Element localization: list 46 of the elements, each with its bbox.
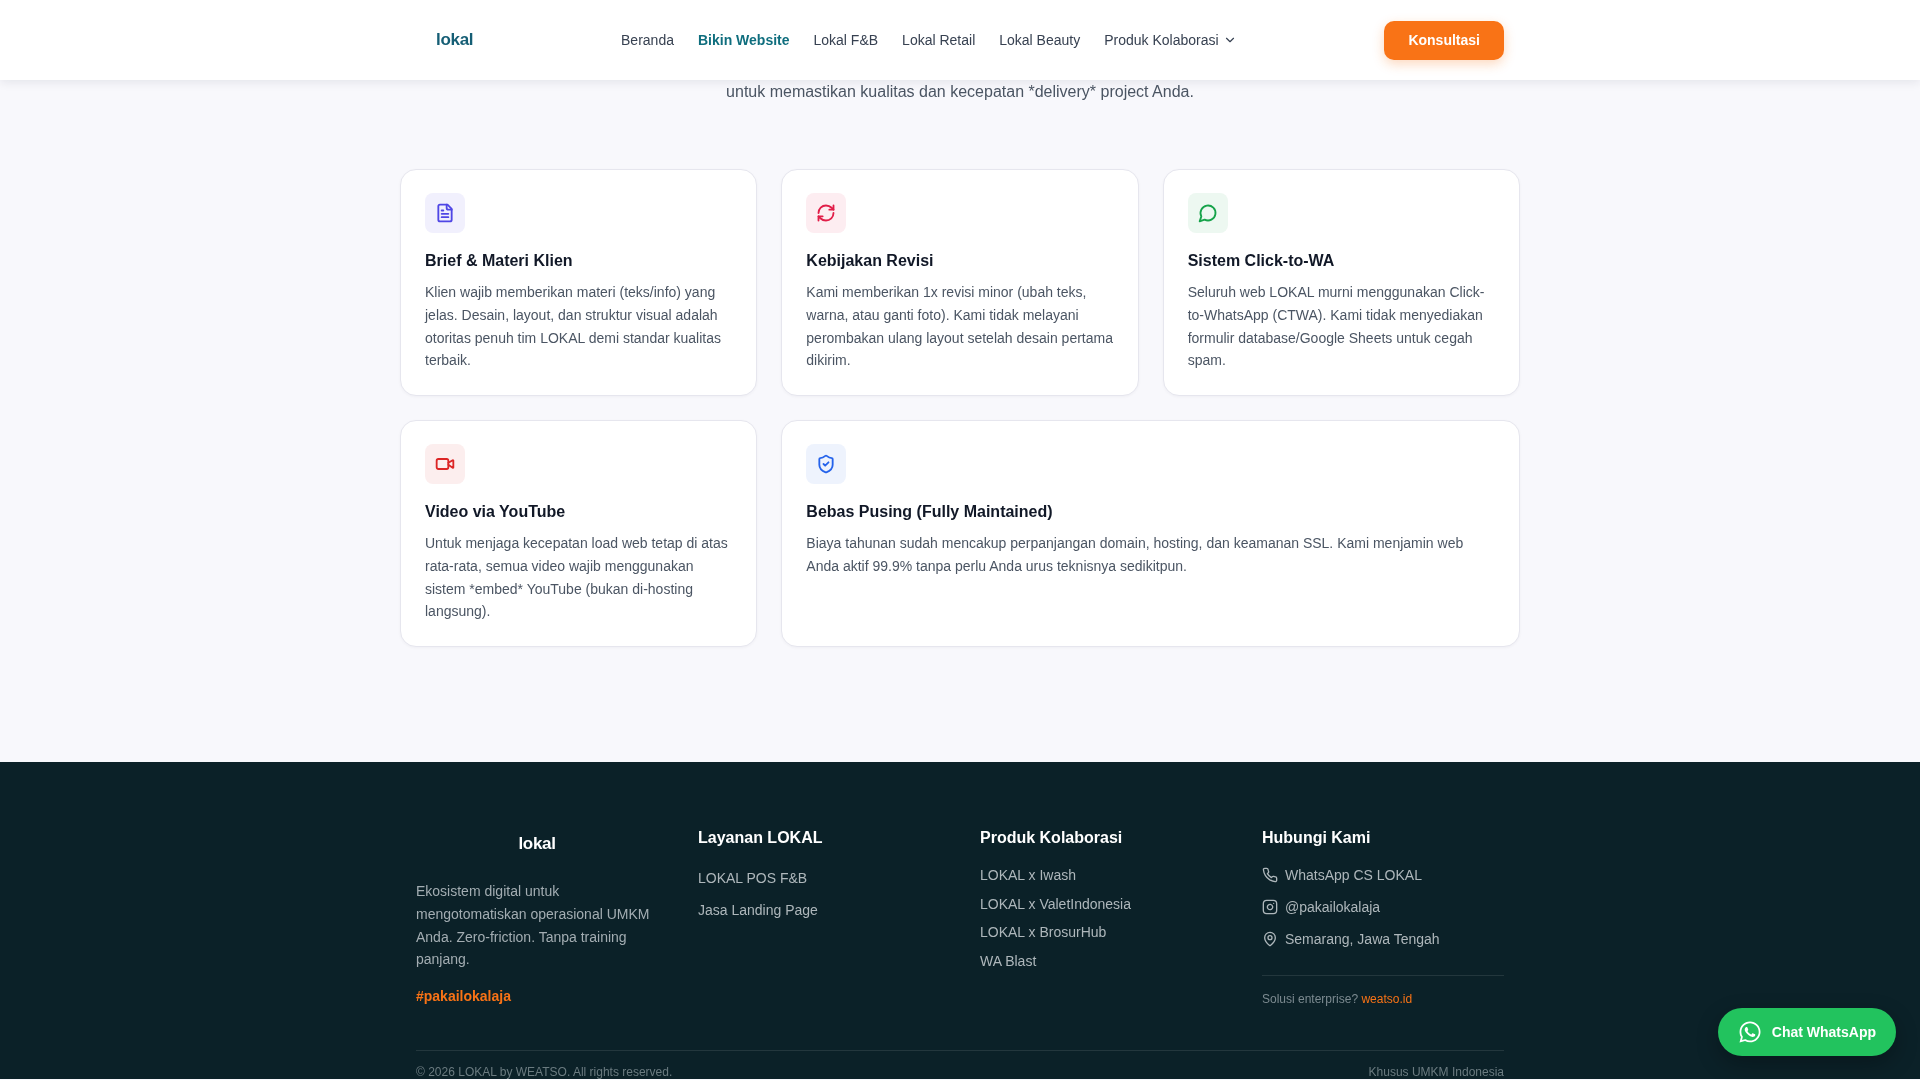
document-icon — [425, 193, 465, 233]
footer-logo[interactable]: lokal — [518, 832, 556, 856]
card-description: Untuk menjaga kecepatan load web tetap di atas rata-rata, semua video wajib menggunakan sistem *embed* YouTube (bukan di-hosting langsung). — [425, 534, 729, 622]
card-title: Bebas Pusing (Fully Maintained) — [806, 502, 1053, 522]
refresh-icon — [806, 193, 847, 233]
footer-heading: Produk Kolaborasi — [980, 828, 1123, 848]
footer-link[interactable]: LOKAL x ValetIndonesia — [980, 893, 1131, 914]
nav-link[interactable]: Lokal Beauty — [999, 30, 1081, 50]
card-description: Kami memberikan 1x revisi minor (ubah teks, warna, atau ganti foto). Kami tidak melayani perombakan ulang layout setelah desain pertama dikirim. — [806, 283, 1114, 371]
card-title: Sistem Click-to-WA — [1187, 251, 1335, 271]
logo[interactable]: lokal — [436, 28, 474, 52]
footer-link[interactable]: LOKAL x Iwash — [980, 865, 1076, 885]
nav-link[interactable]: Bikin Website — [697, 30, 790, 50]
phone-icon — [1262, 867, 1278, 883]
shield-check-icon — [806, 444, 847, 484]
nav-link[interactable]: Lokal Retail — [902, 30, 976, 50]
card-title: Kebijakan Revisi — [806, 251, 934, 271]
card-description: Biaya tahunan sudah mencakup perpanjangan domain, hosting, dan keamanan SSL. Kami menjamin web Anda aktif 99.9% tanpa perlu Anda urus teknisnya sedikitpun. — [806, 534, 1465, 576]
nav-link[interactable]: Beranda — [621, 30, 674, 50]
enterprise-note: Solusi enterprise? weatso.id — [1262, 991, 1413, 1007]
nav-link[interactable]: Produk Kolaborasi — [1104, 30, 1237, 50]
map-pin-icon — [1262, 931, 1278, 947]
card-description: Klien wajib memberikan materi (teks/info) yang jelas. Desain, layout, dan struktur visual adalah otoritas penuh tim LOKAL demi standar kualitas terbaik. — [425, 283, 722, 371]
footer-heading: Hubungi Kami — [1262, 828, 1371, 848]
card-description: Seluruh web LOKAL murni menggunakan Click-to-WhatsApp (CTWA). Kami tidak menyediakan formulir database/Google Sheets untuk cegah spam. — [1187, 283, 1486, 371]
whatsapp-icon — [1737, 1020, 1762, 1044]
footer-heading: Layanan LOKAL — [698, 828, 823, 848]
copyright-text: © 2026 LOKAL by WEATSO. All rights reserved. — [416, 1065, 673, 1079]
footer-link[interactable]: LOKAL POS F&B — [698, 868, 808, 888]
card-title: Video via YouTube — [425, 502, 566, 522]
card-title: Brief & Materi Klien — [425, 251, 573, 271]
contact-link[interactable]: WhatsApp CS LOKAL — [1262, 865, 1422, 885]
contact-link[interactable]: Semarang, Jawa Tengah — [1262, 929, 1440, 949]
footer-link[interactable]: WA Blast — [980, 950, 1037, 971]
video-camera-icon — [425, 444, 465, 484]
chat-bubble-icon — [1187, 193, 1228, 233]
enterprise-link[interactable]: weatso.id — [1361, 992, 1413, 1006]
instagram-icon — [1262, 899, 1278, 915]
footer-description: Ekosistem digital untuk mengotomatiskan operasional UMKM Anda. Zero-friction. Tanpa training panjang. — [416, 882, 651, 970]
tagline-text: Khusus UMKM Indonesia — [1368, 1065, 1504, 1079]
intro-text: untuk memastikan kualitas dan kecepatan *delivery* project Anda. — [725, 82, 1195, 102]
footer-link[interactable]: LOKAL x BrosurHub — [980, 922, 1107, 942]
footer-link[interactable]: Jasa Landing Page — [698, 900, 818, 920]
contact-link[interactable]: @pakailokalaja — [1262, 897, 1381, 917]
hashtag-text: #pakailokalaja — [416, 987, 511, 1006]
nav-link[interactable]: Lokal F&B — [813, 30, 879, 50]
